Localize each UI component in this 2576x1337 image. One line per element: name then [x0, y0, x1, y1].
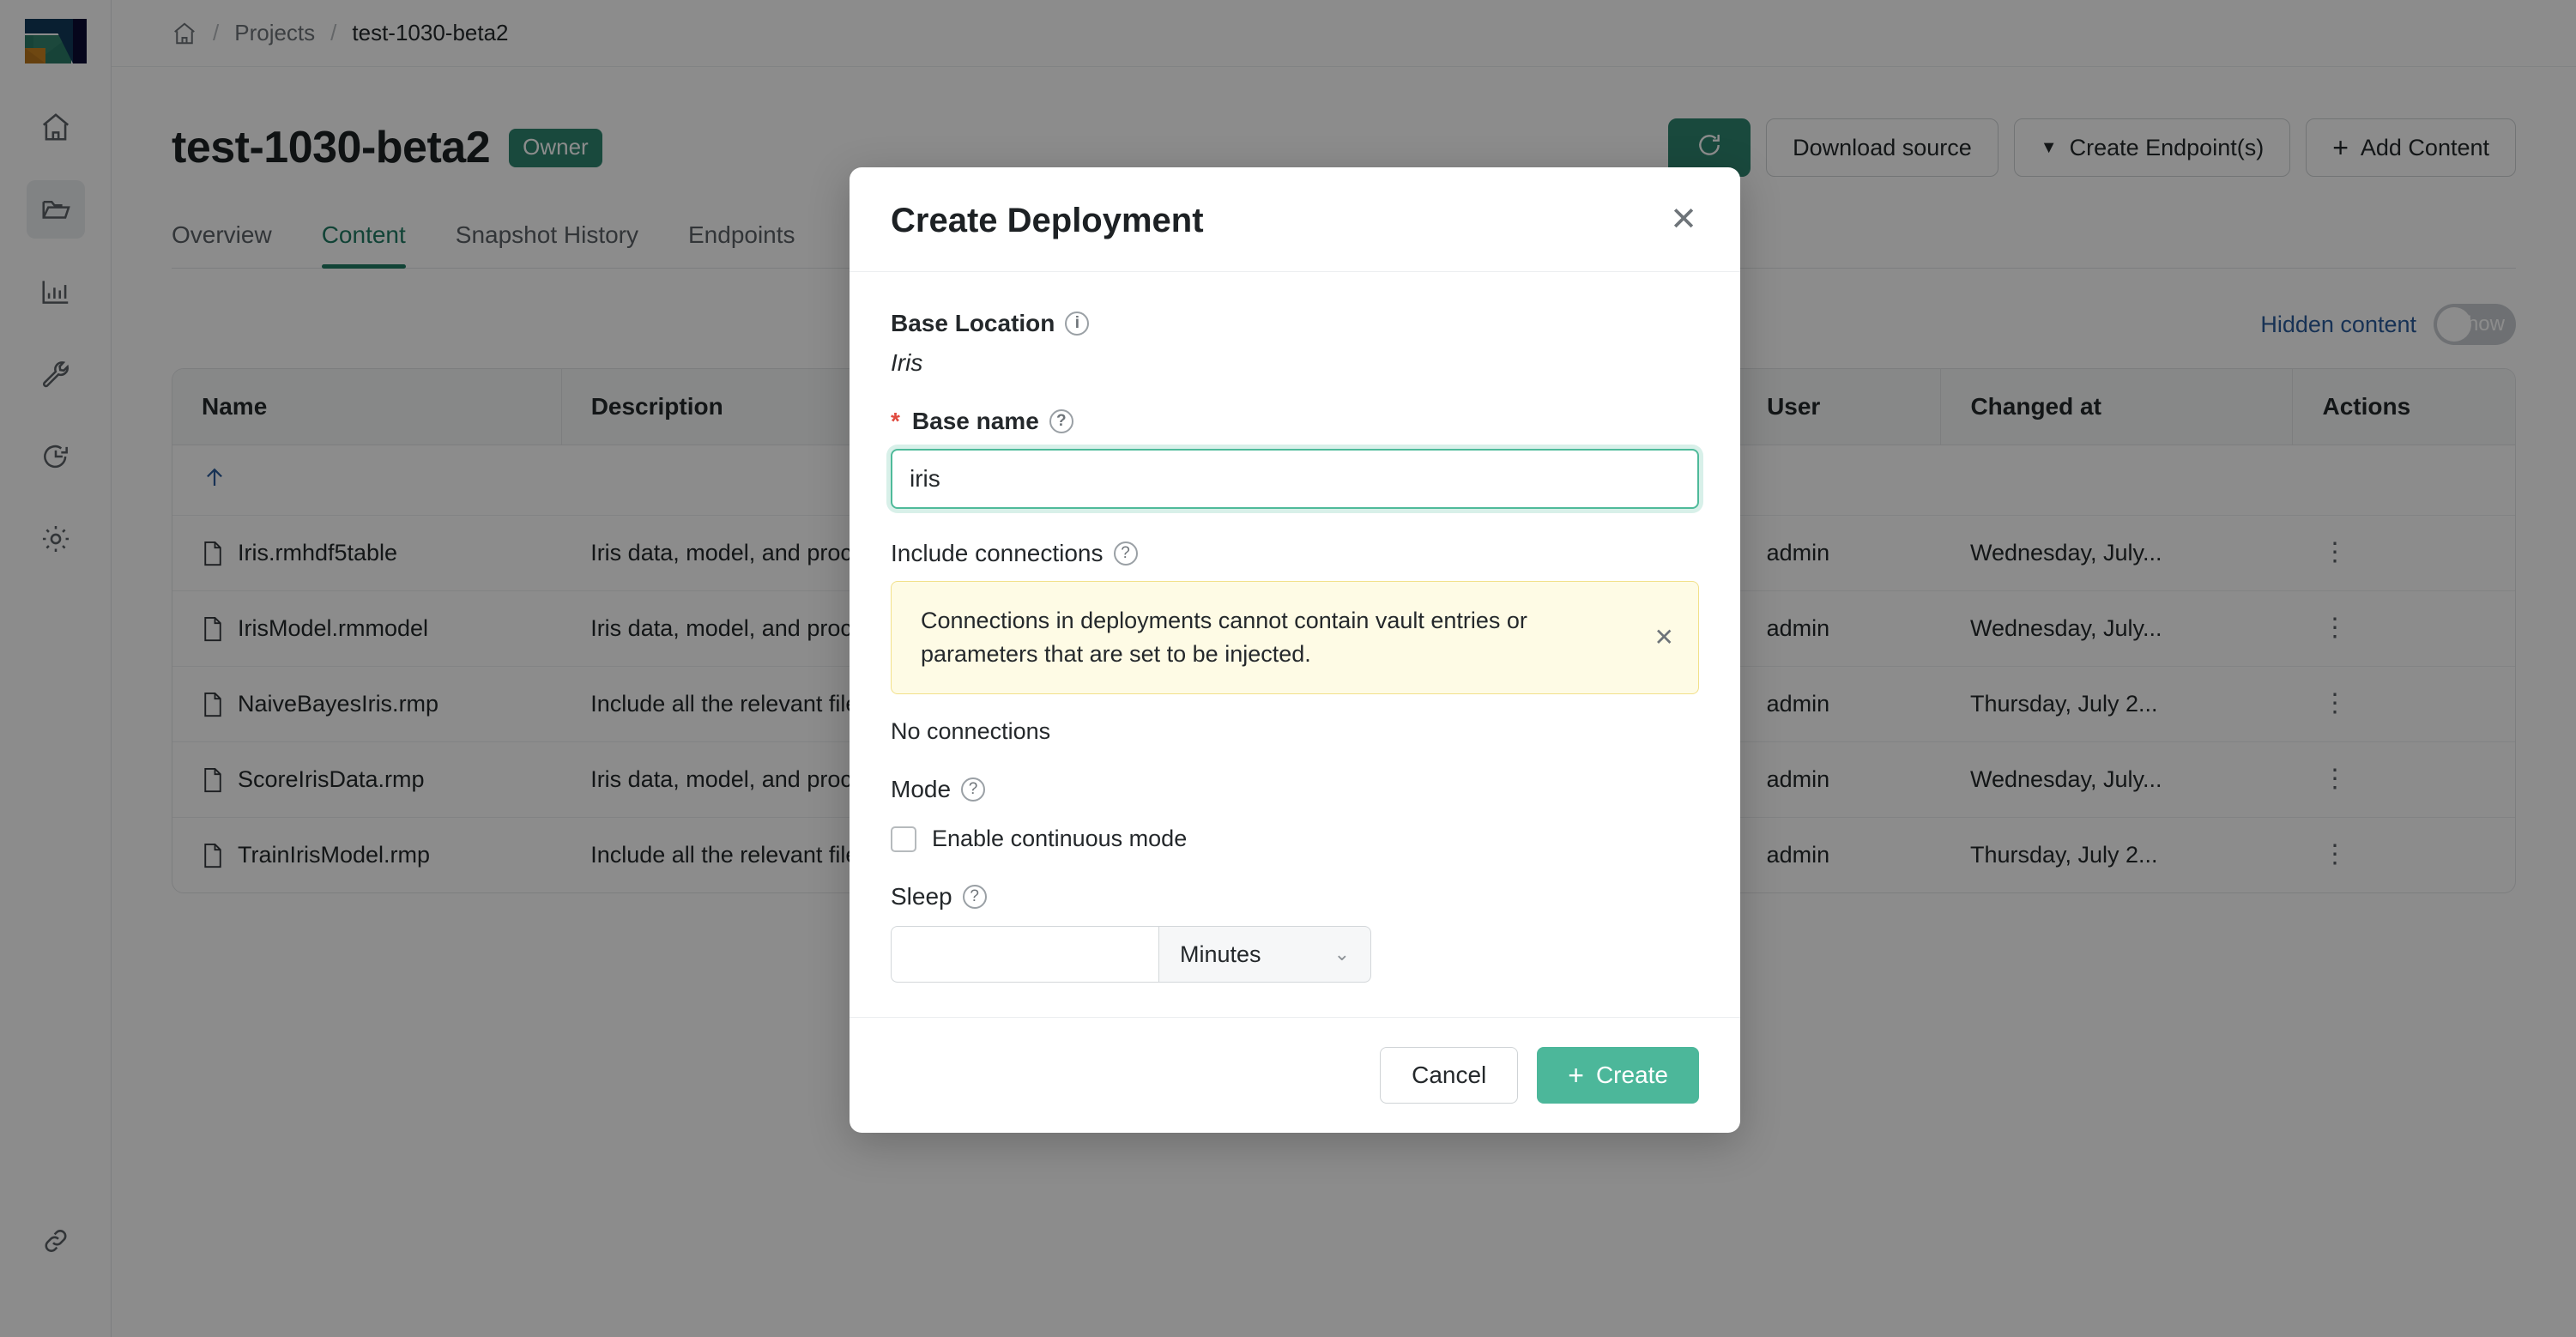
sleep-unit-select[interactable]: Minutes ⌄	[1158, 926, 1371, 983]
continuous-mode-checkbox[interactable]	[891, 826, 916, 852]
mode-label-row: Mode ?	[891, 776, 1699, 803]
mode-label: Mode	[891, 776, 952, 803]
chevron-down-icon: ⌄	[1333, 943, 1350, 965]
sleep-value-input[interactable]	[891, 926, 1158, 983]
info-icon[interactable]: i	[1065, 312, 1090, 336]
base-name-input[interactable]	[891, 449, 1699, 509]
cancel-button[interactable]: Cancel	[1380, 1047, 1519, 1104]
include-connections-label-row: Include connections ?	[891, 540, 1699, 567]
base-location-label-row: Base Location i	[891, 310, 1699, 337]
base-name-label: Base name	[911, 408, 1039, 434]
alert-message: Connections in deployments cannot contai…	[921, 608, 1527, 668]
include-connections-label: Include connections	[891, 540, 1104, 566]
help-icon[interactable]: ?	[1049, 409, 1073, 433]
dialog-footer: Cancel + Create	[850, 1017, 1740, 1133]
continuous-mode-label: Enable continuous mode	[932, 826, 1188, 852]
sleep-label-row: Sleep ?	[891, 883, 1699, 910]
create-button-label: Create	[1595, 1062, 1668, 1089]
connections-warning-alert: Connections in deployments cannot contai…	[891, 581, 1699, 695]
continuous-mode-row[interactable]: Enable continuous mode	[891, 826, 1699, 852]
sleep-unit-value: Minutes	[1180, 941, 1261, 967]
help-icon[interactable]: ?	[1113, 541, 1138, 566]
sleep-label: Sleep	[891, 883, 952, 910]
dialog-title: Create Deployment	[891, 202, 1204, 239]
no-connections-text: No connections	[891, 718, 1051, 745]
sleep-row: Minutes ⌄	[891, 926, 1699, 983]
help-icon[interactable]: ?	[962, 885, 987, 910]
plus-icon: +	[1568, 1059, 1584, 1091]
dialog-header: Create Deployment ✕	[850, 167, 1740, 272]
help-icon[interactable]: ?	[961, 777, 986, 802]
required-marker: *	[891, 408, 900, 434]
base-location-label: Base Location	[891, 310, 1055, 336]
app-root: / Projects / test-1030-beta2 test-1030-b…	[0, 0, 2576, 1337]
dialog-body: Base Location i Iris * Base name ? Inclu…	[850, 272, 1740, 1017]
base-name-label-row: * Base name ?	[891, 408, 1699, 435]
create-deployment-dialog: Create Deployment ✕ Base Location i Iris…	[850, 167, 1740, 1134]
base-location-value: Iris	[891, 349, 923, 376]
close-icon[interactable]: ✕	[1665, 202, 1702, 238]
alert-close-icon[interactable]: ✕	[1654, 626, 1674, 650]
create-button[interactable]: + Create	[1537, 1047, 1699, 1104]
